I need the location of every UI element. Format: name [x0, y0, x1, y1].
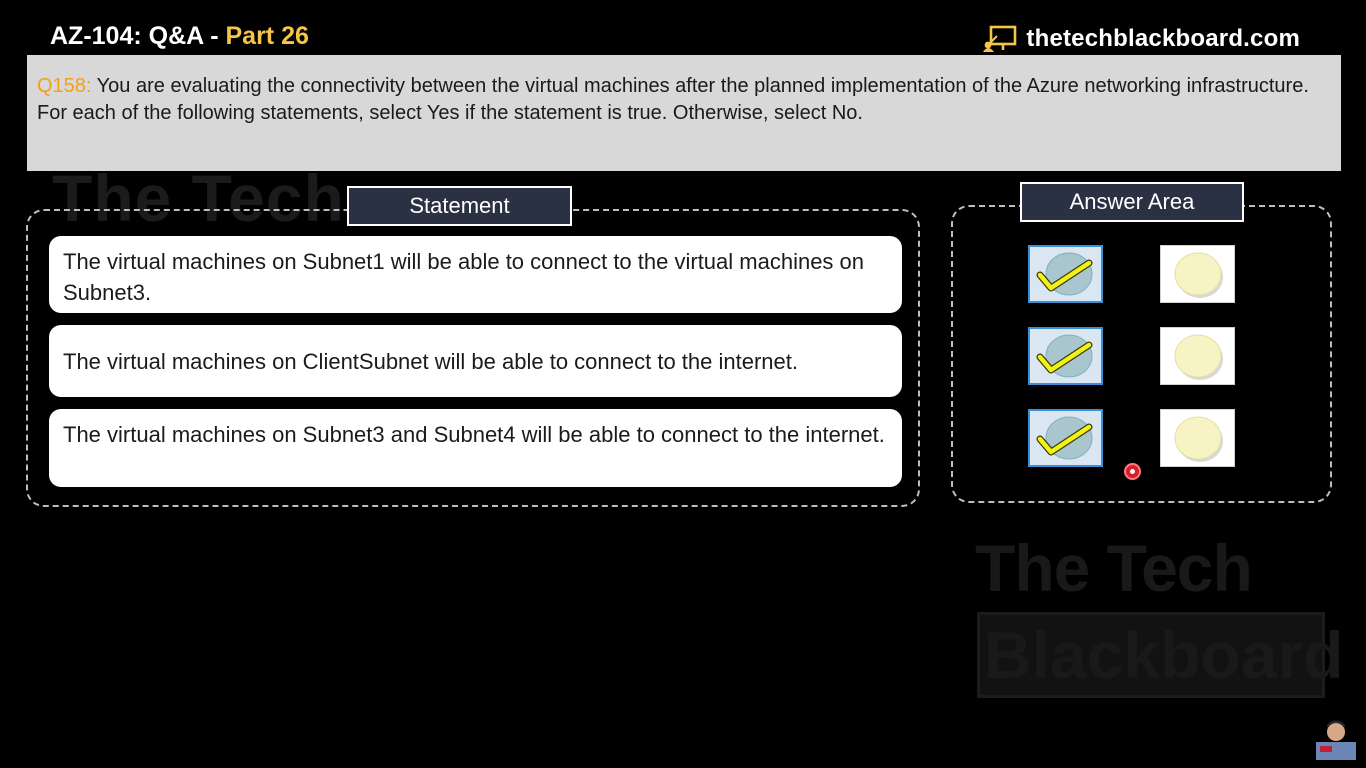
statement-3: The virtual machines on Subnet3 and Subn…: [49, 409, 902, 487]
statement-1: The virtual machines on Subnet1 will be …: [49, 236, 902, 313]
statement-2: The virtual machines on ClientSubnet wil…: [49, 325, 902, 397]
statement-header: Statement: [347, 186, 572, 226]
answer-panel: [951, 205, 1332, 503]
question-text: You are evaluating the connectivity betw…: [91, 75, 1309, 97]
question-instruction: For each of the following statements, se…: [37, 102, 863, 124]
brand-watermark: The Tech Blackboard: [975, 530, 1343, 698]
pointer-cursor-icon: [1126, 465, 1139, 478]
question-box: Q158: You are evaluating the connectivit…: [27, 55, 1341, 171]
title-part: Part 26: [225, 22, 309, 50]
answer-yes-2[interactable]: [1028, 327, 1103, 385]
question-id: Q158:: [37, 75, 92, 97]
answer-no-2[interactable]: [1160, 327, 1235, 385]
watermark-line-1: The Tech: [975, 531, 1253, 605]
answer-yes-3[interactable]: [1028, 409, 1103, 467]
video-frame: AZ-104: Q&A - Part 26 thetechblackboard.…: [0, 0, 1366, 768]
answer-no-1[interactable]: [1160, 245, 1235, 303]
page-title: AZ-104: Q&A - Part 26: [50, 22, 309, 51]
watermark-line-2: Blackboard: [977, 612, 1343, 698]
title-exam: AZ-104: Q&A: [50, 22, 204, 50]
question-line: Q158: You are evaluating the connectivit…: [37, 73, 1329, 100]
presenter-avatar: [1316, 716, 1356, 760]
answer-no-3[interactable]: [1160, 409, 1235, 467]
answer-yes-1[interactable]: [1028, 245, 1103, 303]
board-logo-icon: [982, 25, 1018, 53]
site-url: thetechblackboard.com: [1026, 25, 1300, 52]
brand: thetechblackboard.com: [982, 24, 1300, 54]
title-separator: -: [203, 22, 226, 50]
answer-area-header: Answer Area: [1020, 182, 1244, 222]
